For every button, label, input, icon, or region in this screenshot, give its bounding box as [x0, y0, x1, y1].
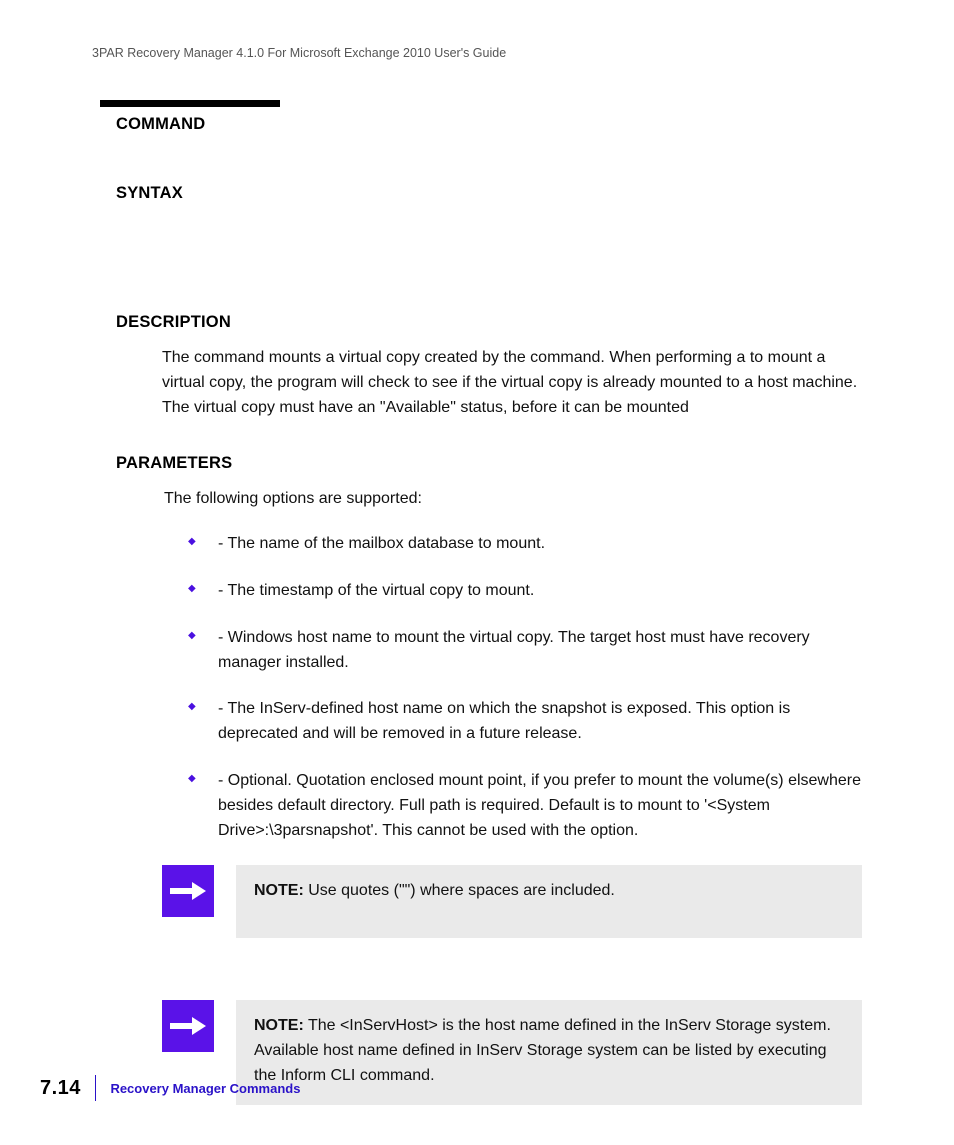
page-footer: 7.14 Recovery Manager Commands: [40, 1075, 300, 1101]
list-item: - The InServ-defined host name on which …: [188, 697, 862, 747]
running-header: 3PAR Recovery Manager 4.1.0 For Microsof…: [92, 46, 862, 60]
footer-chapter-title: Recovery Manager Commands: [110, 1081, 300, 1096]
arrow-right-icon: [162, 1000, 214, 1052]
arrow-right-icon: [162, 865, 214, 917]
parameters-list: - The name of the mailbox database to mo…: [188, 532, 862, 843]
heading-description: DESCRIPTION: [116, 313, 862, 332]
note-body: Use quotes ("") where spaces are include…: [304, 882, 615, 899]
note-text: NOTE: The <InServHost> is the host name …: [236, 1000, 862, 1104]
footer-divider: [95, 1075, 97, 1101]
description-body: The command mounts a virtual copy create…: [162, 346, 862, 420]
note-body: The <InServHost> is the host name define…: [254, 1017, 831, 1084]
note-text: NOTE: Use quotes ("") where spaces are i…: [236, 865, 862, 938]
heading-parameters: PARAMETERS: [116, 454, 862, 473]
section-rule: [100, 100, 280, 107]
note-label: NOTE:: [254, 882, 304, 899]
list-item: - Optional. Quotation enclosed mount poi…: [188, 769, 862, 843]
list-item: - The timestamp of the virtual copy to m…: [188, 579, 862, 604]
heading-command: COMMAND: [116, 115, 862, 134]
list-item: - The name of the mailbox database to mo…: [188, 532, 862, 557]
list-item: - Windows host name to mount the virtual…: [188, 626, 862, 676]
parameters-intro: The following options are supported:: [164, 487, 862, 512]
page-number: 7.14: [40, 1077, 81, 1100]
heading-syntax: SYNTAX: [116, 184, 862, 203]
note-label: NOTE:: [254, 1017, 304, 1034]
note-block: NOTE: Use quotes ("") where spaces are i…: [162, 865, 862, 938]
